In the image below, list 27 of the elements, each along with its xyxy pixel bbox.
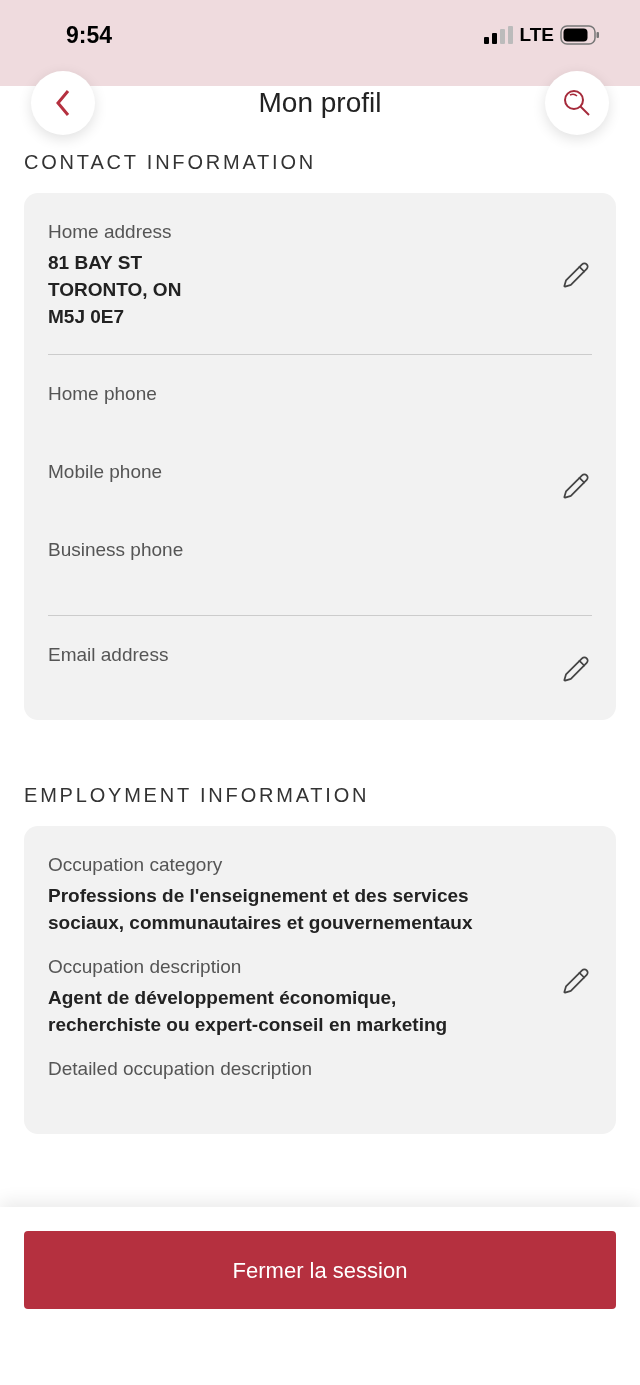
search-icon — [563, 89, 591, 117]
field-label: Mobile phone — [48, 460, 164, 484]
pencil-icon — [562, 260, 590, 289]
pencil-icon — [562, 967, 590, 995]
field-label: Business phone — [48, 538, 185, 562]
field-label: Detailed occupation description — [48, 1057, 314, 1081]
battery-icon — [560, 25, 600, 45]
field-label: Occupation description — [48, 955, 243, 979]
field-label: Occupation category — [48, 853, 224, 877]
field-label: Email address — [48, 643, 170, 667]
page-title: Mon profil — [258, 86, 382, 120]
field-value: Professions de l'enseignement et des services sociaux, communautaires et gouvernementaux — [48, 884, 474, 935]
field-label: Home address — [48, 220, 173, 244]
pencil-icon — [562, 472, 590, 500]
search-button[interactable] — [545, 71, 609, 135]
section-title: CONTACT INFORMATION — [24, 150, 318, 175]
status-time: 9:54 — [66, 20, 113, 50]
field-value: Agent de développement économique, recherchiste ou expert-conseil en marketing — [48, 986, 449, 1037]
signal-icon — [483, 26, 514, 44]
back-button[interactable] — [31, 71, 95, 135]
logout-button[interactable]: Fermer la session — [24, 1231, 616, 1309]
back-icon — [55, 89, 71, 117]
section-title: EMPLOYMENT INFORMATION — [24, 783, 371, 808]
network-label: LTE — [519, 22, 554, 47]
pencil-icon — [562, 655, 590, 683]
field-label: Home phone — [48, 382, 158, 406]
field-value: 81 BAY ST TORONTO, ON M5J 0E7 — [48, 251, 183, 329]
